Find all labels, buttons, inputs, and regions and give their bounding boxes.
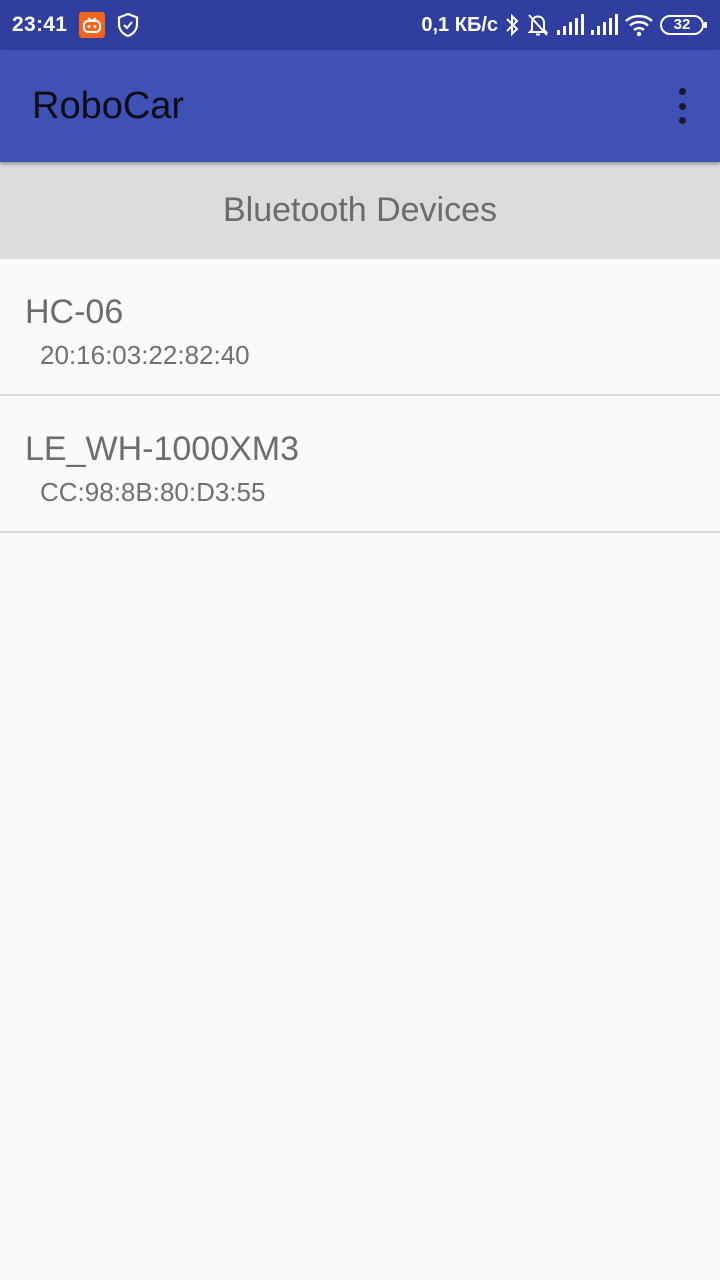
section-title: Bluetooth Devices [222,191,498,229]
signal-icon [590,14,618,36]
status-bar-right: 0,1 КБ/с 32 [421,12,708,38]
overflow-dot [678,88,686,95]
device-list: HC-06 20:16:03:22:82:40 LE_WH-1000XM3 CC… [0,259,720,533]
network-speed: 0,1 КБ/с [421,13,498,36]
device-address: CC:98:8B:80:D3:55 [40,477,266,507]
shield-icon [117,12,139,38]
device-name: LE_WH-1000XM3 [25,430,300,468]
overflow-dot [678,102,686,110]
section-header: Bluetooth Devices [0,162,720,259]
wifi-icon [624,13,654,37]
device-address: 20:16:03:22:82:40 [40,340,250,370]
more-vertical-icon[interactable] [672,88,692,124]
status-bar: 23:41 0,1 КБ/с 32 [0,0,720,50]
status-time: 23:41 [12,13,68,36]
device-item[interactable]: LE_WH-1000XM3 CC:98:8B:80:D3:55 [0,396,720,533]
bluetooth-icon [504,12,520,38]
battery-icon: 32 [660,14,708,36]
device-name: HC-06 [25,293,124,331]
signal-icon [556,14,584,36]
status-bar-left: 23:41 [12,12,139,38]
device-item[interactable]: HC-06 20:16:03:22:82:40 [0,259,720,396]
app-title: RoboCar [32,85,185,127]
battery-level: 32 [673,16,691,33]
app-bar: RoboCar [0,50,720,162]
overflow-dot [678,117,686,124]
bell-off-icon [526,12,550,38]
notification-app-icon [79,12,106,38]
